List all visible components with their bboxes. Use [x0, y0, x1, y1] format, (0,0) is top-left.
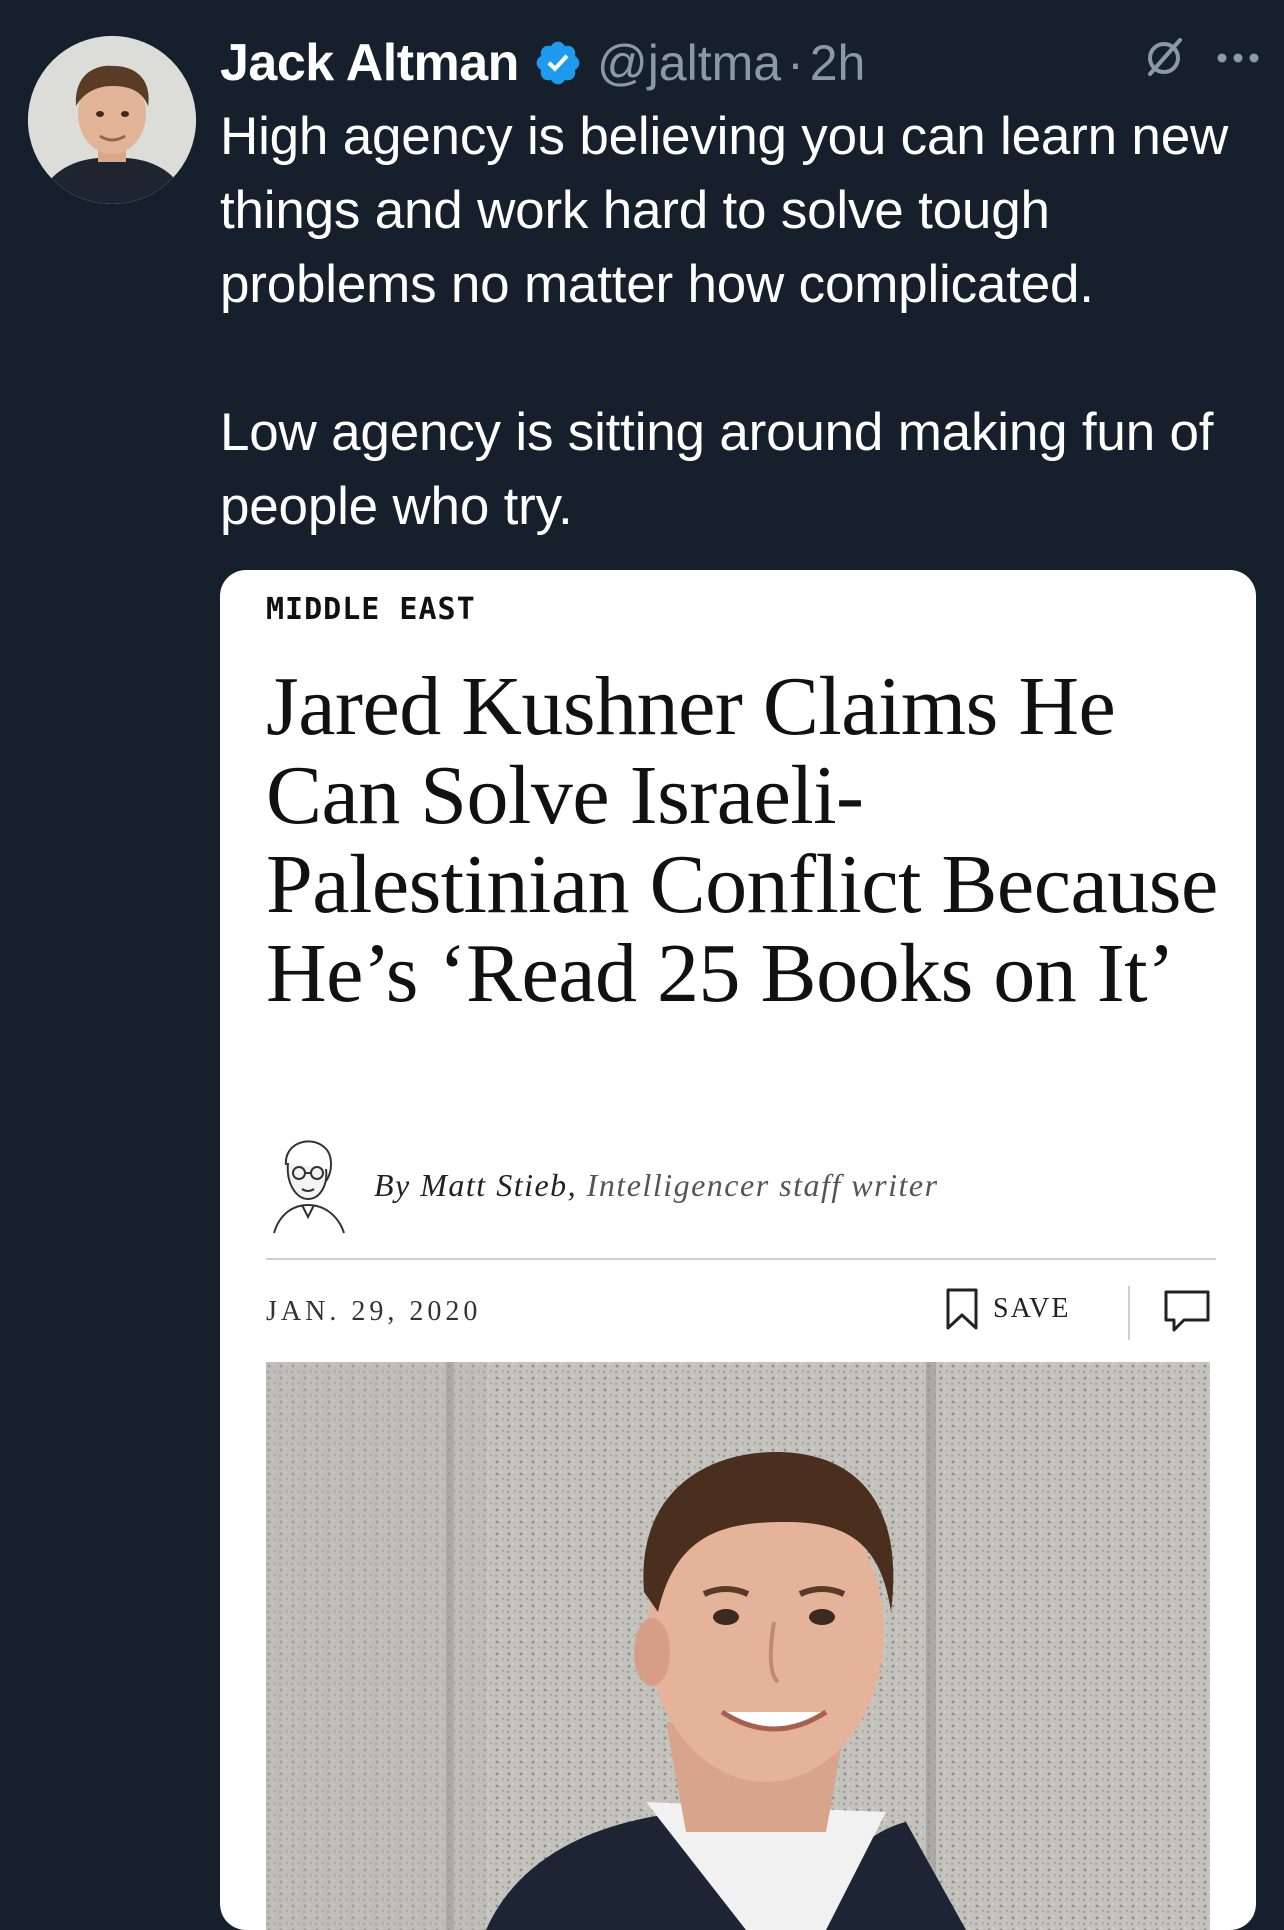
author-sketch-illustration	[273, 1140, 345, 1234]
verified-badge-icon	[533, 38, 583, 88]
article-photo-illustration	[266, 1362, 1210, 1930]
article-date: JAN. 29, 2020	[266, 1296, 482, 1327]
author-avatar[interactable]	[28, 36, 196, 204]
author-handle[interactable]: @jaltma	[597, 34, 781, 92]
byline: By Matt Stieb, Intelligencer staff write…	[266, 1130, 1216, 1240]
slashed-circle-icon[interactable]	[1140, 34, 1188, 87]
author-name[interactable]: Jack Altman	[220, 33, 519, 93]
article-card[interactable]: MIDDLE EAST Jared Kushner Claims He Can …	[220, 570, 1256, 1930]
separator-dot: ·	[787, 35, 804, 91]
header-actions	[1140, 34, 1260, 87]
save-label: SAVE	[993, 1293, 1071, 1324]
action-separator	[1128, 1286, 1130, 1340]
comment-icon	[1164, 1290, 1210, 1332]
article-headline[interactable]: Jared Kushner Claims He Can Solve Israel…	[266, 662, 1226, 1018]
bookmark-icon	[946, 1288, 978, 1330]
byline-role: Intelligencer staff writer	[586, 1166, 939, 1203]
section-label[interactable]: MIDDLE EAST	[266, 592, 476, 627]
comment-button[interactable]	[1162, 1286, 1212, 1336]
tweet-text: High agency is believing you can learn n…	[220, 107, 1229, 536]
tweet-header: Jack Altman @jaltma · 2h	[220, 28, 1260, 98]
tweet-time[interactable]: 2h	[810, 34, 866, 92]
article-photo[interactable]	[266, 1362, 1210, 1930]
save-button[interactable]: SAVE	[945, 1284, 1071, 1334]
byline-text: By Matt Stieb, Intelligencer staff write…	[374, 1167, 939, 1204]
divider	[266, 1258, 1216, 1260]
avatar-illustration	[28, 36, 196, 204]
more-options-icon[interactable]	[1216, 50, 1260, 71]
byline-author[interactable]: By Matt Stieb,	[374, 1167, 577, 1203]
